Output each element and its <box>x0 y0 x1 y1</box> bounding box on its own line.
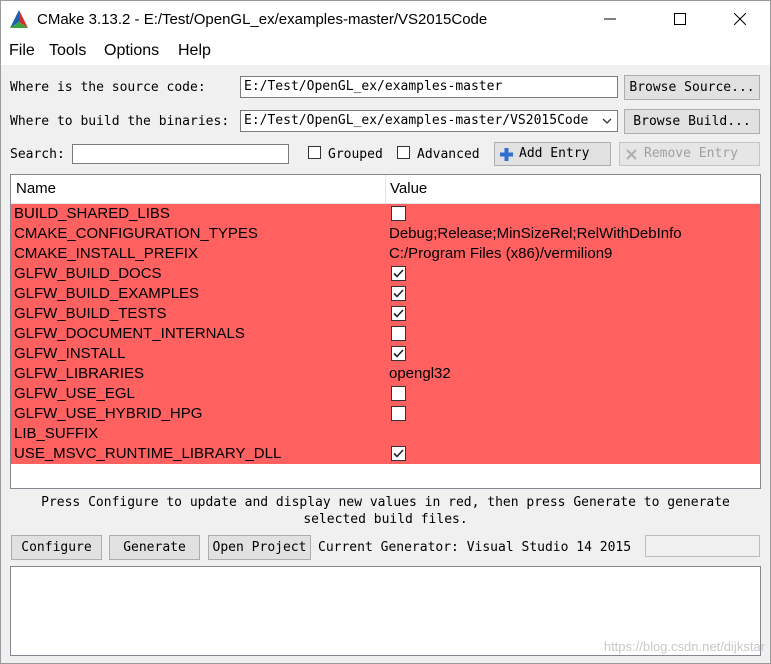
header-value[interactable]: Value <box>390 180 427 197</box>
info-text: Press Configure to update and display ne… <box>10 494 761 528</box>
minimize-icon <box>604 18 616 20</box>
cell-name: BUILD_SHARED_LIBS <box>14 205 170 222</box>
current-generator-label: Current Generator: Visual Studio 14 2015 <box>318 540 632 555</box>
table-row[interactable]: GLFW_USE_EGL <box>11 384 760 404</box>
cmake-logo-icon <box>10 10 28 28</box>
cell-name: GLFW_LIBRARIES <box>14 365 145 382</box>
search-label: Search: <box>10 147 65 162</box>
checkmark-icon <box>393 269 404 278</box>
source-label: Where is the source code: <box>10 80 206 95</box>
open-project-button[interactable]: Open Project <box>208 535 311 560</box>
unchecked-checkbox[interactable] <box>391 326 406 341</box>
checked-checkbox[interactable] <box>391 306 406 321</box>
menu-file[interactable]: File <box>9 42 35 60</box>
checked-checkbox[interactable] <box>391 446 406 461</box>
table-row[interactable]: GLFW_BUILD_EXAMPLES <box>11 284 760 304</box>
table-row[interactable]: GLFW_BUILD_DOCS <box>11 264 760 284</box>
unchecked-checkbox[interactable] <box>391 206 406 221</box>
remove-entry-label: Remove Entry <box>644 146 738 161</box>
table-row[interactable]: GLFW_DOCUMENT_INTERNALS <box>11 324 760 344</box>
grouped-checkbox[interactable] <box>308 146 321 159</box>
cell-name: GLFW_USE_HYBRID_HPG <box>14 405 203 422</box>
table-row[interactable]: CMAKE_INSTALL_PREFIX C:/Program Files (x8… <box>11 244 760 264</box>
table-row[interactable]: LIB_SUFFIX <box>11 424 760 444</box>
remove-entry-button[interactable]: Remove Entry <box>619 142 760 166</box>
header-separator <box>385 175 386 203</box>
maximize-icon <box>674 13 686 25</box>
add-entry-label: Add Entry <box>519 146 590 161</box>
info-line-2: selected build files. <box>303 512 468 527</box>
menu-options[interactable]: Options <box>104 42 159 60</box>
cell-value[interactable]: opengl32 <box>389 365 451 382</box>
chevron-down-icon[interactable] <box>602 118 612 125</box>
checked-checkbox[interactable] <box>391 346 406 361</box>
table-row[interactable]: USE_MSVC_RUNTIME_LIBRARY_DLL <box>11 444 760 464</box>
cell-value[interactable]: C:/Program Files (x86)/vermilion9 <box>389 245 612 262</box>
menu-tools[interactable]: Tools <box>49 42 86 60</box>
generate-button[interactable]: Generate <box>109 535 200 560</box>
configure-button[interactable]: Configure <box>11 535 102 560</box>
build-path-value: E:/Test/OpenGL_ex/examples-master/VS2015… <box>244 113 589 128</box>
progress-bar <box>645 535 760 557</box>
checkmark-icon <box>393 349 404 358</box>
table-row[interactable]: BUILD_SHARED_LIBS <box>11 204 760 224</box>
watermark: https://blog.csdn.net/dijkstar <box>603 639 765 654</box>
cell-name: USE_MSVC_RUNTIME_LIBRARY_DLL <box>14 445 282 462</box>
advanced-label: Advanced <box>417 147 480 162</box>
checked-checkbox[interactable] <box>391 266 406 281</box>
build-label: Where to build the binaries: <box>10 114 230 129</box>
add-entry-button[interactable]: Add Entry <box>494 142 611 166</box>
table-row[interactable]: GLFW_INSTALL <box>11 344 760 364</box>
cell-name: GLFW_BUILD_DOCS <box>14 265 162 282</box>
cell-name: CMAKE_INSTALL_PREFIX <box>14 245 198 262</box>
table-header: Name Value <box>11 175 760 204</box>
advanced-checkbox[interactable] <box>397 146 410 159</box>
plus-icon <box>500 148 513 161</box>
unchecked-checkbox[interactable] <box>391 406 406 421</box>
cell-name: CMAKE_CONFIGURATION_TYPES <box>14 225 258 242</box>
browse-source-button[interactable]: Browse Source... <box>624 75 760 100</box>
checkmark-icon <box>393 289 404 298</box>
menu-help[interactable]: Help <box>178 42 211 60</box>
table-row[interactable]: CMAKE_CONFIGURATION_TYPES Debug;Release;M… <box>11 224 760 244</box>
table-row[interactable]: GLFW_BUILD_TESTS <box>11 304 760 324</box>
source-path-field[interactable]: E:/Test/OpenGL_ex/examples-master <box>240 76 618 98</box>
cell-name: GLFW_USE_EGL <box>14 385 135 402</box>
unchecked-checkbox[interactable] <box>391 386 406 401</box>
cell-name: GLFW_BUILD_EXAMPLES <box>14 285 200 302</box>
grouped-label: Grouped <box>328 147 383 162</box>
info-line-1: Press Configure to update and display ne… <box>41 495 730 510</box>
close-button[interactable] <box>717 2 763 36</box>
browse-build-button[interactable]: Browse Build... <box>624 109 760 134</box>
table-row[interactable]: GLFW_LIBRARIES opengl32 <box>11 364 760 384</box>
menu-bar: File Tools Options Help <box>1 37 770 65</box>
cell-name: GLFW_BUILD_TESTS <box>14 305 167 322</box>
minimize-button[interactable] <box>587 2 633 36</box>
maximize-button[interactable] <box>657 2 703 36</box>
cache-table[interactable]: Name Value BUILD_SHARED_LIBS CMAKE_CONFIG… <box>10 174 761 489</box>
title-bar[interactable]: CMake 3.13.2 - E:/Test/OpenGL_ex/example… <box>1 1 770 37</box>
window-title: CMake 3.13.2 - E:/Test/OpenGL_ex/example… <box>37 11 488 28</box>
cell-name: GLFW_DOCUMENT_INTERNALS <box>14 325 245 342</box>
checkmark-icon <box>393 449 404 458</box>
cell-value[interactable]: Debug;Release;MinSizeRel;RelWithDebInfo <box>389 225 682 242</box>
cell-name: GLFW_INSTALL <box>14 345 126 362</box>
close-icon <box>734 13 746 25</box>
cell-name: LIB_SUFFIX <box>14 425 99 442</box>
checkmark-icon <box>393 309 404 318</box>
search-input[interactable] <box>72 144 289 164</box>
build-path-combo[interactable]: E:/Test/OpenGL_ex/examples-master/VS2015… <box>240 110 618 132</box>
remove-icon <box>626 149 637 160</box>
table-row[interactable]: GLFW_USE_HYBRID_HPG <box>11 404 760 424</box>
header-name[interactable]: Name <box>16 180 56 197</box>
checked-checkbox[interactable] <box>391 286 406 301</box>
